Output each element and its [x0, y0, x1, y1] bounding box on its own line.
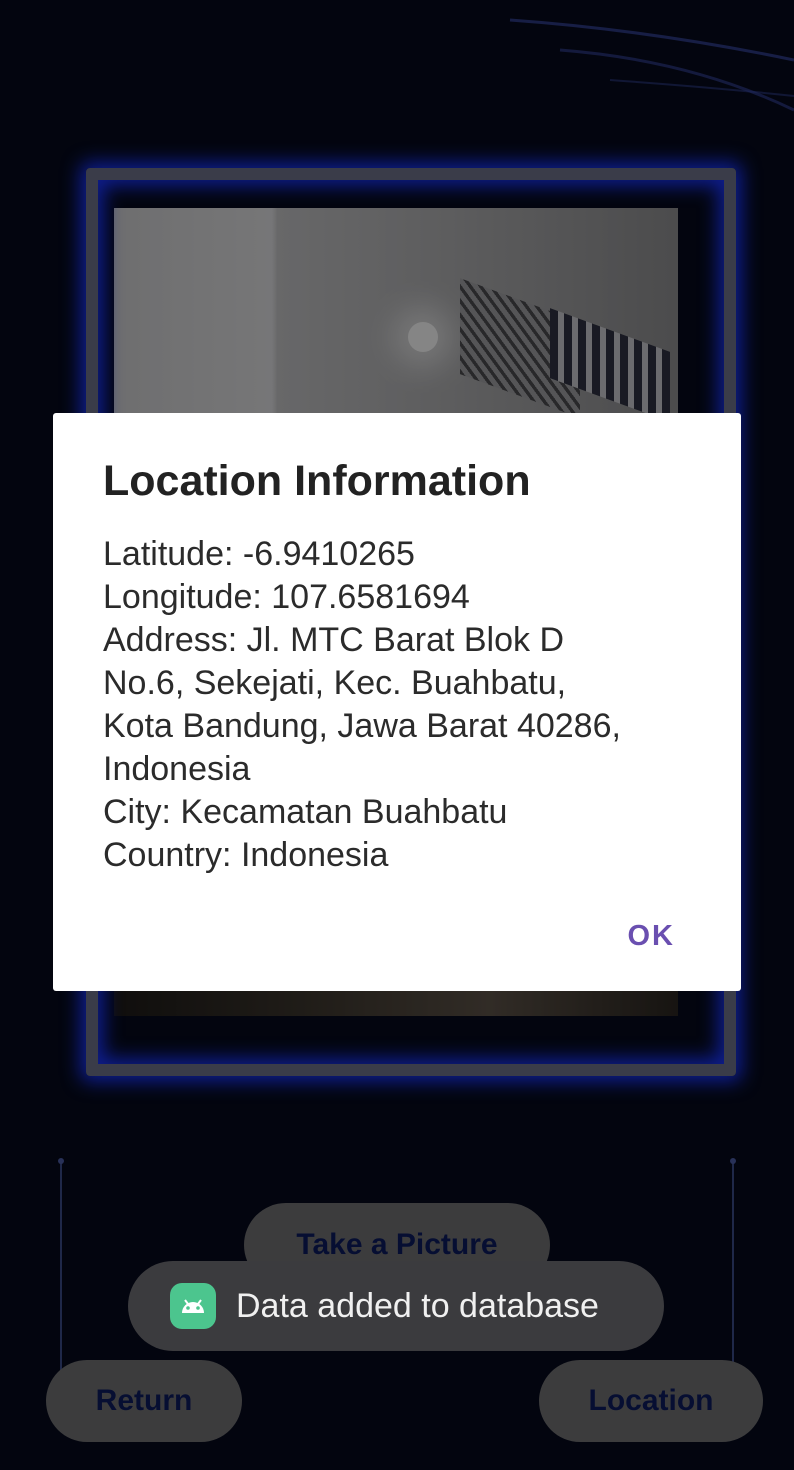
toast-notification: Data added to database [128, 1261, 664, 1351]
android-icon [170, 1283, 216, 1329]
ok-button[interactable]: OK [628, 920, 676, 953]
toast-message: Data added to database [236, 1287, 599, 1325]
dialog-message: Latitude: -6.9410265 Longitude: 107.6581… [103, 535, 621, 874]
dialog-title: Location Information [103, 457, 531, 505]
location-info-dialog: Location Information Latitude: -6.941026… [53, 413, 741, 991]
